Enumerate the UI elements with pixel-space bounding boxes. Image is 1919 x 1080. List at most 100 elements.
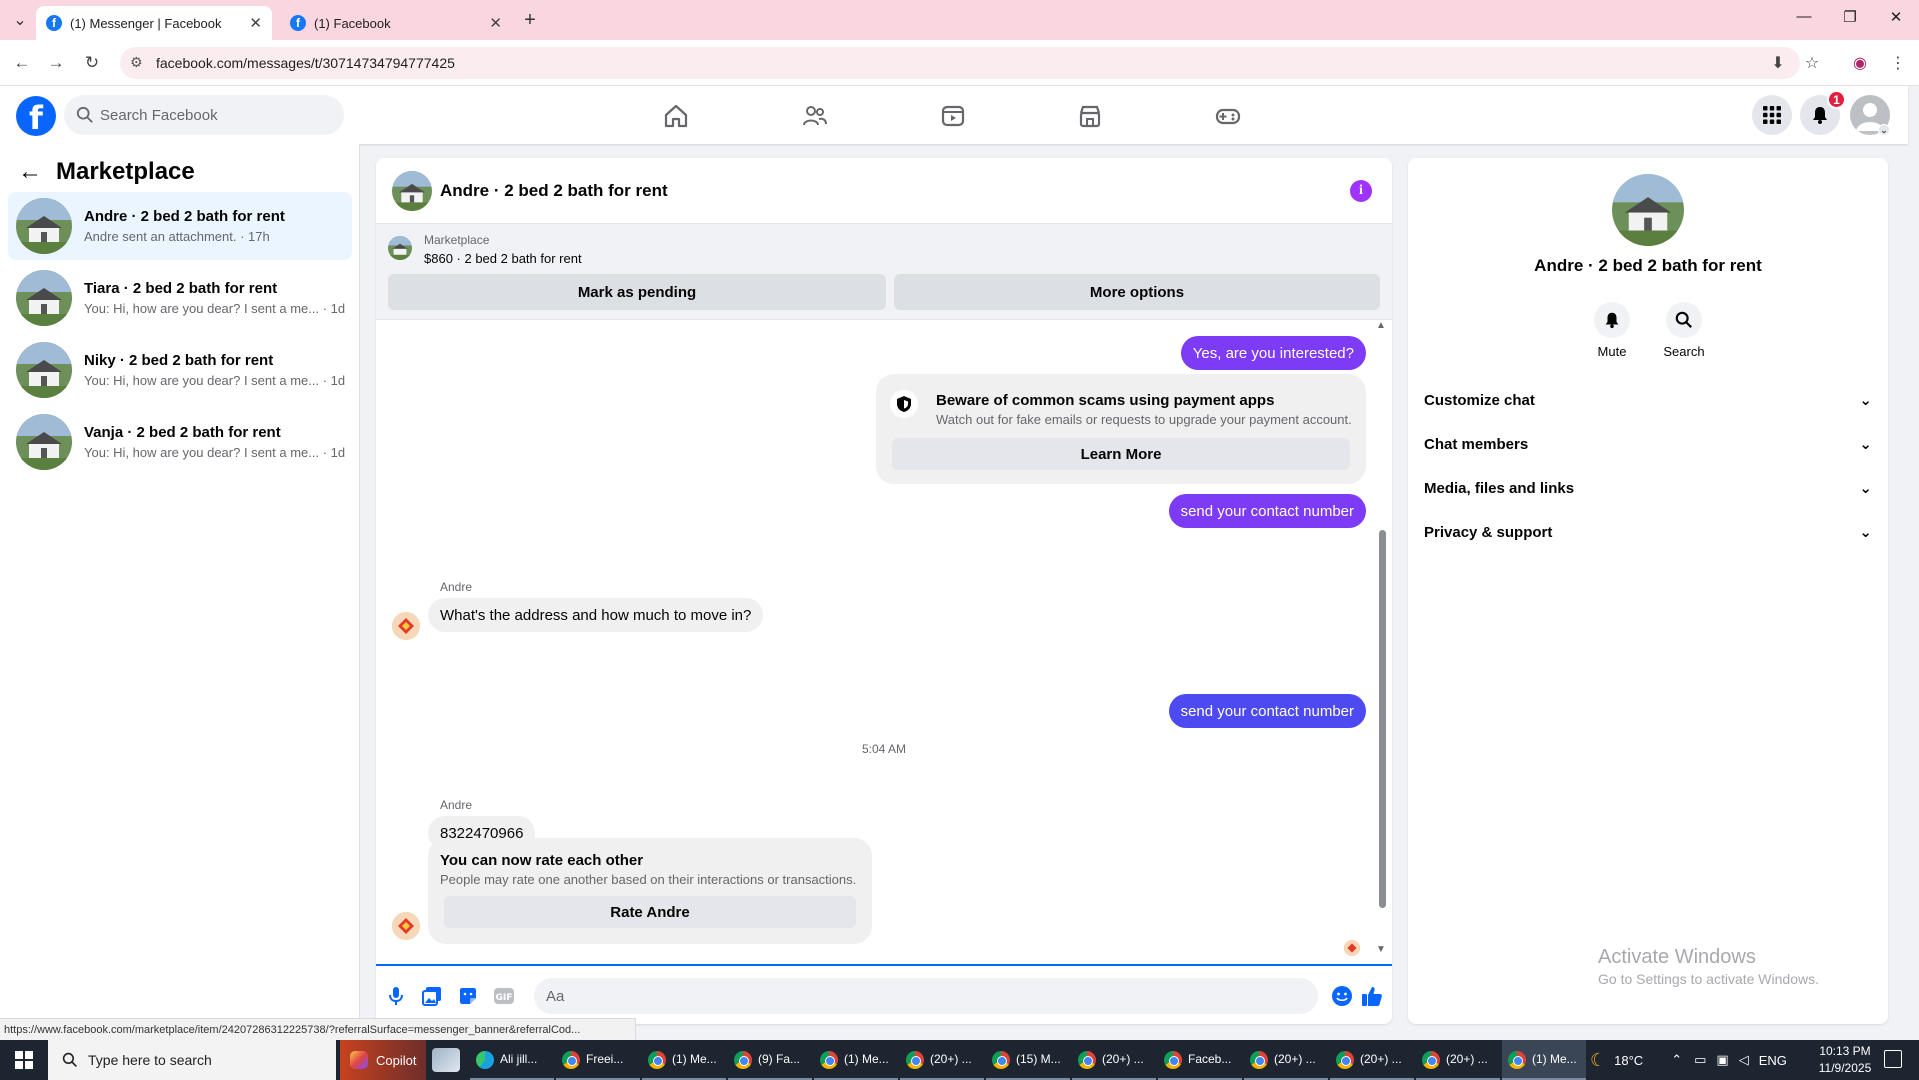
taskbar-app[interactable]: Ali jill... bbox=[470, 1040, 554, 1080]
microphone-icon[interactable] bbox=[384, 984, 408, 1008]
emoji-icon[interactable] bbox=[1330, 984, 1354, 1008]
browser-menu-icon[interactable]: ⋮ bbox=[1886, 51, 1910, 75]
chat-thumbnail[interactable] bbox=[392, 170, 432, 211]
bookmark-star-icon[interactable]: ☆ bbox=[1800, 51, 1824, 75]
incoming-message[interactable]: What's the address and how much to move … bbox=[428, 598, 764, 632]
facebook-logo-icon[interactable]: f bbox=[16, 96, 56, 136]
chat-members-row[interactable]: Chat members ⌄ bbox=[1424, 424, 1872, 464]
chrome-icon bbox=[992, 1051, 1010, 1069]
copilot-button[interactable]: Copilot bbox=[340, 1040, 426, 1080]
notification-center-icon[interactable] bbox=[1884, 1050, 1902, 1068]
message-scrollbar[interactable] bbox=[1379, 530, 1386, 908]
taskbar-app[interactable]: (15) M... bbox=[986, 1040, 1070, 1080]
listing-price[interactable]: $860 · 2 bed 2 bath for rent bbox=[424, 251, 582, 266]
forward-icon[interactable]: → bbox=[44, 51, 68, 75]
menu-grid-icon[interactable] bbox=[1752, 95, 1792, 135]
home-icon[interactable] bbox=[656, 96, 696, 136]
search-icon bbox=[62, 1052, 77, 1067]
taskbar-app[interactable]: Faceb... bbox=[1158, 1040, 1242, 1080]
taskbar-app[interactable]: (9) Fa... bbox=[728, 1040, 812, 1080]
taskbar-app[interactable]: (20+) ... bbox=[1330, 1040, 1414, 1080]
listing-thumbnail[interactable] bbox=[388, 236, 412, 260]
close-window-icon[interactable]: ✕ bbox=[1876, 8, 1916, 26]
privacy-support-row[interactable]: Privacy & support ⌄ bbox=[1424, 512, 1872, 552]
conversation-preview: You: Hi, how are you dear? I sent a me..… bbox=[84, 373, 346, 388]
conversation-item[interactable]: Tiara · 2 bed 2 bath for rent You: Hi, h… bbox=[8, 264, 352, 332]
taskbar-app-label: (1) Me... bbox=[844, 1052, 889, 1066]
taskbar-app[interactable]: (20+) ... bbox=[1244, 1040, 1328, 1080]
pinned-app-icon[interactable] bbox=[432, 1048, 460, 1072]
search-in-chat-button[interactable]: Search bbox=[1654, 302, 1714, 359]
taskbar-app[interactable]: (1) Me... bbox=[1502, 1040, 1586, 1080]
listing-avatar[interactable] bbox=[1612, 174, 1684, 246]
back-arrow-icon[interactable]: ← bbox=[18, 158, 42, 186]
input-language[interactable]: ENG bbox=[1759, 1053, 1787, 1068]
photo-gallery-icon[interactable] bbox=[420, 984, 444, 1008]
more-options-button[interactable]: More options bbox=[894, 274, 1380, 310]
profile-icon[interactable]: ◉ bbox=[1848, 51, 1872, 75]
taskbar-app[interactable]: (20+) ... bbox=[900, 1040, 984, 1080]
minimize-icon[interactable]: — bbox=[1784, 8, 1824, 25]
tray-chevron-up-icon[interactable]: ⌃ bbox=[1671, 1052, 1682, 1068]
windows-start-icon[interactable] bbox=[0, 1040, 48, 1080]
taskbar-search-box[interactable]: Type here to search bbox=[48, 1040, 336, 1080]
conversation-info-icon[interactable]: i bbox=[1350, 180, 1372, 202]
thumbs-up-icon[interactable] bbox=[1360, 984, 1384, 1008]
sender-avatar[interactable] bbox=[392, 612, 420, 640]
volume-icon[interactable]: ◁ bbox=[1739, 1052, 1749, 1068]
sticker-icon[interactable] bbox=[456, 984, 480, 1008]
friends-icon[interactable] bbox=[795, 96, 835, 136]
marketplace-icon[interactable] bbox=[1070, 96, 1110, 136]
taskbar-app[interactable]: (20+) ... bbox=[1072, 1040, 1156, 1080]
taskbar-app[interactable]: (20+) ... bbox=[1416, 1040, 1500, 1080]
restore-icon[interactable]: ❐ bbox=[1830, 8, 1870, 26]
weather-moon-icon[interactable]: ☾ bbox=[1590, 1050, 1606, 1071]
new-tab-button[interactable]: + bbox=[518, 8, 542, 32]
taskbar-clock[interactable]: 10:13 PM 11/9/2025 bbox=[1808, 1043, 1882, 1077]
gaming-icon[interactable] bbox=[1208, 96, 1248, 136]
conversation-item[interactable]: Vanja · 2 bed 2 bath for rent You: Hi, h… bbox=[8, 408, 352, 476]
tab-close-icon[interactable]: ✕ bbox=[489, 14, 502, 32]
gif-icon[interactable]: GIF bbox=[492, 984, 516, 1008]
mark-as-pending-button[interactable]: Mark as pending bbox=[388, 274, 886, 310]
tab-close-icon[interactable]: ✕ bbox=[249, 14, 262, 32]
chrome-icon bbox=[1508, 1051, 1526, 1069]
message-input[interactable] bbox=[534, 978, 1318, 1014]
outgoing-message[interactable]: Yes, are you interested? bbox=[1180, 336, 1366, 370]
conversation-item[interactable]: Andre · 2 bed 2 bath for rent Andre sent… bbox=[8, 192, 352, 260]
facebook-header: f Search Facebook 1 ⌄ bbox=[0, 86, 1908, 144]
media-files-links-row[interactable]: Media, files and links ⌄ bbox=[1424, 468, 1872, 508]
tab-messenger[interactable]: f (1) Messenger | Facebook ✕ bbox=[36, 6, 272, 40]
outgoing-message[interactable]: send your contact number bbox=[1168, 694, 1366, 728]
video-icon[interactable] bbox=[933, 96, 973, 136]
weather-temperature[interactable]: 18°C bbox=[1614, 1053, 1643, 1068]
facebook-favicon-icon: f bbox=[290, 15, 306, 31]
back-icon[interactable]: ← bbox=[10, 51, 34, 75]
row-label: Media, files and links bbox=[1424, 479, 1575, 497]
facebook-search-box[interactable]: Search Facebook bbox=[64, 95, 344, 135]
rate-andre-button[interactable]: Rate Andre bbox=[444, 896, 856, 928]
message-list[interactable]: Yes, are you interested? Beware of commo… bbox=[376, 320, 1392, 962]
taskbar-app[interactable]: (1) Me... bbox=[642, 1040, 726, 1080]
reload-icon[interactable]: ↻ bbox=[80, 51, 104, 75]
mute-button[interactable]: Mute bbox=[1582, 302, 1642, 359]
network-icon[interactable]: ▣ bbox=[1716, 1052, 1728, 1068]
outgoing-message[interactable]: send your contact number bbox=[1168, 494, 1366, 528]
scroll-down-arrow-icon[interactable]: ▼ bbox=[1376, 944, 1386, 955]
install-app-icon[interactable]: ⬇ bbox=[1766, 51, 1790, 75]
account-chevron-icon[interactable]: ⌄ bbox=[1878, 124, 1890, 136]
copilot-icon bbox=[350, 1051, 368, 1069]
scroll-up-arrow-icon[interactable]: ▲ bbox=[1376, 320, 1386, 331]
conversation-item[interactable]: Niky · 2 bed 2 bath for rent You: Hi, ho… bbox=[8, 336, 352, 404]
tab-facebook[interactable]: f (1) Facebook ✕ bbox=[280, 6, 512, 40]
learn-more-button[interactable]: Learn More bbox=[892, 438, 1350, 470]
taskbar-app[interactable]: Freei... bbox=[556, 1040, 640, 1080]
device-icon[interactable]: ▭ bbox=[1694, 1052, 1706, 1068]
taskbar-app[interactable]: (1) Me... bbox=[814, 1040, 898, 1080]
site-info-icon[interactable]: ⚙ bbox=[130, 54, 143, 71]
address-bar[interactable]: ⚙ facebook.com/messages/t/30714734794777… bbox=[120, 47, 1800, 79]
sender-avatar[interactable] bbox=[392, 912, 420, 940]
tab-search-chevron-icon[interactable]: ⌄ bbox=[8, 8, 32, 32]
customize-chat-row[interactable]: Customize chat ⌄ bbox=[1424, 380, 1872, 420]
chat-title[interactable]: Andre · 2 bed 2 bath for rent bbox=[440, 181, 668, 201]
